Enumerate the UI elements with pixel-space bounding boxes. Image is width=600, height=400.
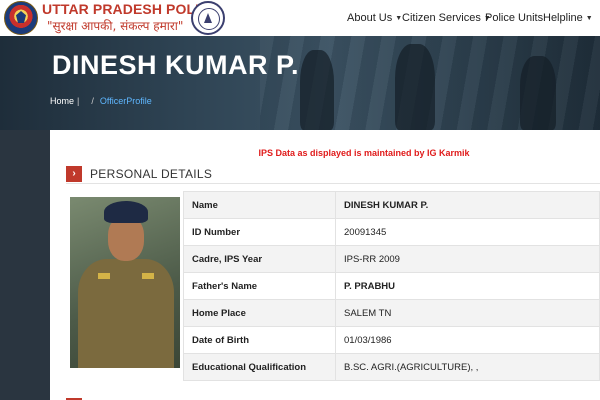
nav-helpline-label: Helpline: [543, 12, 583, 24]
breadcrumb: Home | / OfficerProfile: [50, 96, 152, 106]
officer-photo: [70, 197, 180, 368]
personal-details-table: Name DINESH KUMAR P. ID Number 20091345 …: [183, 191, 600, 381]
detail-label: Educational Qualification: [183, 353, 336, 381]
nav-helpline[interactable]: Helpline ▼: [543, 0, 593, 36]
banner-figure: [520, 56, 556, 130]
section-title: PERSONAL DETAILS: [90, 166, 213, 181]
table-row: Father's Name P. PRABHU: [183, 272, 600, 300]
breadcrumb-home-link[interactable]: Home: [50, 96, 74, 106]
detail-value: DINESH KUMAR P.: [335, 191, 600, 219]
nav-citizen-services[interactable]: Citizen Services ▼: [402, 0, 491, 36]
detail-label: Name: [183, 191, 336, 219]
nav-police-units[interactable]: Police Units: [485, 0, 543, 36]
detail-label: Father's Name: [183, 272, 336, 300]
banner-figure: [300, 50, 334, 130]
chevron-down-icon: ▼: [585, 14, 593, 22]
section-header-personal-details: › PERSONAL DETAILS: [66, 164, 600, 184]
nav-about-us[interactable]: About Us ▼: [347, 0, 402, 36]
nav-citizen-services-label: Citizen Services: [402, 12, 481, 24]
detail-label: Home Place: [183, 299, 336, 327]
table-row: ID Number 20091345: [183, 218, 600, 246]
profile-panel: IPS Data as displayed is maintained by I…: [50, 130, 600, 400]
detail-value: 20091345: [335, 218, 600, 246]
breadcrumb-current[interactable]: OfficerProfile: [100, 96, 152, 106]
detail-value: P. PRABHU: [335, 272, 600, 300]
nav-about-us-label: About Us: [347, 12, 393, 24]
detail-label: Cadre, IPS Year: [183, 245, 336, 273]
breadcrumb-separator: /: [91, 96, 94, 106]
detail-value: SALEM TN: [335, 299, 600, 327]
table-row: Educational Qualification B.SC. AGRI.(AG…: [183, 353, 600, 381]
detail-value: B.SC. AGRI.(AGRICULTURE), ,: [335, 353, 600, 381]
site-header: UTTAR PRADESH POLICE "सुरक्षा आपकी, संकल…: [0, 0, 600, 36]
table-row: Cadre, IPS Year IPS-RR 2009: [183, 245, 600, 273]
banner-figure: [395, 44, 435, 130]
brand-tagline: "सुरक्षा आपकी, संकल्प हमारा": [47, 19, 184, 33]
data-source-notice: IPS Data as displayed is maintained by I…: [258, 148, 470, 158]
detail-label: Date of Birth: [183, 326, 336, 354]
nav-police-units-label: Police Units: [485, 12, 544, 24]
detail-label: ID Number: [183, 218, 336, 246]
up-government-seal-icon: [191, 1, 225, 35]
page-title: DINESH KUMAR P.: [52, 50, 300, 80]
up-police-emblem-icon[interactable]: [4, 1, 38, 35]
detail-value: IPS-RR 2009: [335, 245, 600, 273]
chevron-right-icon: ›: [66, 165, 82, 182]
table-row: Home Place SALEM TN: [183, 299, 600, 327]
detail-value: 01/03/1986: [335, 326, 600, 354]
table-row: Date of Birth 01/03/1986: [183, 326, 600, 354]
breadcrumb-separator: |: [77, 96, 80, 106]
table-row: Name DINESH KUMAR P.: [183, 191, 600, 219]
